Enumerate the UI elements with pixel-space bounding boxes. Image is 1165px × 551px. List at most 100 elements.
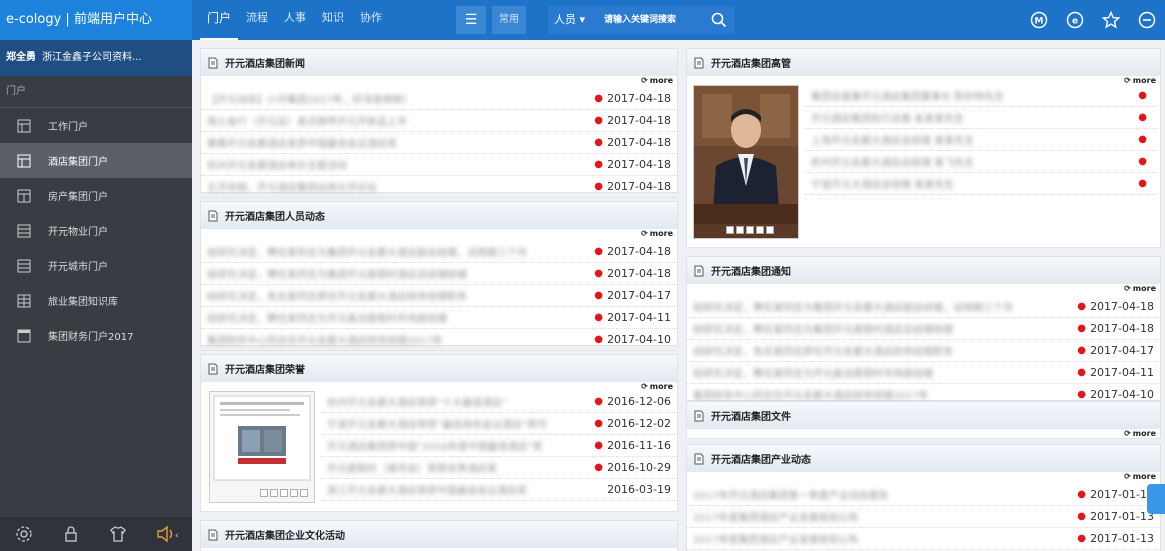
sidebar-item-hotel-portal[interactable]: 酒店集团门户: [0, 143, 192, 178]
sidebar-item-label: 工作门户: [48, 122, 88, 133]
panel-header: 开元酒店集团荣誉: [201, 355, 677, 382]
main-content: 开元酒店集团新闻 ⟳ more 【开元动态】小开集团2017年，好消息频频！ ● 20…: [192, 40, 1165, 551]
new-dot-icon: ●: [594, 462, 603, 473]
list-icon: [0, 259, 48, 273]
list-item[interactable]: 瑞士金行（开元店）喜讯频传开元开新品上市 ● 2017-04-18: [201, 110, 677, 132]
list-item[interactable]: 2017年开元酒店集团第一季度产业动态报告 ● 2017-01-18: [687, 484, 1160, 506]
new-dot-icon: ●: [1077, 367, 1086, 378]
top-bar: e-cology | 前端用户中心 门户 流程 人事 知识 协作 ☰ 常用 人员…: [0, 0, 1165, 40]
list-item[interactable]: 开元酒店集团获中国“2016年度中国最佳酒店”奖 ● 2016-11-16: [321, 435, 677, 457]
list-item[interactable]: 【开元动态】小开集团2017年，好消息频频！ ● 2017-04-18: [201, 88, 677, 110]
list-item[interactable]: 宁波开元大酒店总经理 某某先生 ●: [805, 173, 1157, 195]
list-item[interactable]: 集团财务中心同志任开元名都大酒店财务经理2017年 ● 2017-04-10: [201, 329, 677, 351]
panel-files: 开元酒店集团文件 ⟳ more: [686, 401, 1161, 439]
new-dot-icon: ●: [594, 312, 603, 323]
list-item[interactable]: 杭州开元名都酒店举办主题活动 ● 2017-04-18: [201, 154, 677, 176]
search-input[interactable]: [604, 10, 704, 30]
quick-access-button[interactable]: 常用: [492, 6, 526, 34]
more-link[interactable]: ⟳ more: [687, 284, 1160, 296]
new-dot-icon: ●: [1138, 134, 1147, 145]
floating-side-tab[interactable]: [1147, 484, 1165, 514]
new-dot-icon: ●: [594, 137, 603, 148]
list-item[interactable]: 浙江开元名都大酒店荣获中国最佳会议酒店奖 2016-03-19: [321, 479, 677, 501]
list-item[interactable]: 经研究决定，聘任某同志为开元森泊度假村市场部经理 ● 2017-04-11: [687, 362, 1160, 384]
list-item[interactable]: 经研究决定，聘任某同志为开元森泊度假村市场部经理 ● 2017-04-11: [201, 307, 677, 329]
award-thumbnail[interactable]: [209, 391, 315, 503]
list-item[interactable]: 经研究决定，聘任某同志为集团开元度假村酒店总经理助理 ● 2017-04-18: [201, 263, 677, 285]
list-item[interactable]: 2017年度集团酒店产业发展规划公布 ● 2017-01-13: [687, 528, 1160, 550]
sidebar-item-knowledge-base[interactable]: 旅业集团知识库: [0, 283, 192, 318]
more-link[interactable]: ⟳ more: [687, 429, 1160, 441]
image-pager[interactable]: [726, 226, 774, 234]
document-icon: [694, 453, 704, 464]
certificate-image: [213, 395, 311, 481]
more-link[interactable]: ⟳ more: [201, 229, 677, 241]
new-dot-icon: ●: [1138, 112, 1147, 123]
nav-tab-collab[interactable]: 协作: [352, 0, 390, 40]
panel-culture: 开元酒店集团企业文化活动: [200, 520, 678, 551]
e-badge-icon[interactable]: e: [1057, 0, 1093, 40]
panel-title: 开元酒店集团文件: [711, 412, 791, 423]
panel-header: 开元酒店集团企业文化活动: [201, 521, 677, 548]
list-item[interactable]: 康霖开元名都酒店喜获中国最佳会议酒店奖 ● 2017-04-18: [201, 132, 677, 154]
sidebar-item-estate-portal[interactable]: 开元物业门户: [0, 213, 192, 248]
list-icon: [0, 224, 48, 238]
sidebar-item-label: 开元物业门户: [48, 227, 108, 238]
panel-leadership: 开元酒店集团高管 ⟳ more 集团总裁兼开元酒店集团董事长 陈妙林先生 ● 开元酒…: [686, 48, 1161, 248]
list-item[interactable]: 经研究决定，免去某同志原任开元名都大酒店财务经理职务 ● 2017-04-17: [201, 285, 677, 307]
document-icon: [208, 57, 218, 68]
list-item[interactable]: 开元度假村（城市店）荣获优秀酒店奖 ● 2016-10-29: [321, 457, 677, 479]
sidebar-item-label: 房产集团门户: [48, 192, 108, 203]
list-item[interactable]: 2017年度集团酒店产业发展规划公布 ● 2017-01-13: [687, 506, 1160, 528]
sidebar-item-city-portal[interactable]: 开元城市门户: [0, 248, 192, 283]
table-icon: [0, 294, 48, 308]
new-dot-icon: ●: [594, 246, 603, 257]
list-item[interactable]: 五月亮相，开元酒店集团出席北京论坛 ● 2017-04-18: [201, 176, 677, 198]
panel-title: 开元酒店集团通知: [711, 267, 791, 278]
nav-tab-workflow[interactable]: 流程: [238, 0, 276, 40]
sidebar-item-finance-portal[interactable]: 集团财务门户2017: [0, 318, 192, 353]
list-item[interactable]: 集团总裁兼开元酒店集团董事长 陈妙林先生 ●: [805, 85, 1157, 107]
list-item[interactable]: 经研究决定，免去某同志原任开元名都大酒店财务经理职务 ● 2017-04-17: [687, 340, 1160, 362]
list-item[interactable]: 杭州开元名都大酒店总经理 某飞先生 ●: [805, 151, 1157, 173]
nav-tab-hr[interactable]: 人事: [276, 0, 314, 40]
search-icon[interactable]: [710, 11, 728, 29]
star-icon[interactable]: [1093, 0, 1129, 40]
list-item[interactable]: 经研究决定，聘任某同志为集团开元名都大酒店副总经理，试用期三个月 ● 2017-04…: [201, 241, 677, 263]
list-item[interactable]: 杭州开元名都大酒店荣获“十大最佳酒店” ● 2016-12-06: [321, 391, 677, 413]
panel-notices: 开元酒店集团通知 ⟳ more 经研究决定，聘任某同志为集团开元名都大酒店副总经理…: [686, 256, 1161, 406]
new-dot-icon: ●: [594, 334, 603, 345]
sidebar-item-property-portal[interactable]: 房产集团门户: [0, 178, 192, 213]
search-scope-select[interactable]: 人员 ▾: [554, 6, 585, 34]
new-dot-icon: ●: [1138, 178, 1147, 189]
panel-header: 开元酒店集团高管: [687, 49, 1160, 76]
list-item[interactable]: 经研究决定，聘任某同志为集团开元名都大酒店副总经理，试用期三个月 ● 2017-04…: [687, 296, 1160, 318]
search-area: 人员 ▾: [548, 6, 734, 34]
settings-icon[interactable]: [15, 525, 33, 543]
list-item[interactable]: 上海开元名都大酒店总经理 某某先生 ●: [805, 129, 1157, 151]
lock-icon[interactable]: [62, 525, 80, 543]
nav-tab-portal[interactable]: 门户: [200, 0, 238, 40]
more-link[interactable]: ⟳ more: [201, 76, 677, 88]
m-badge-icon[interactable]: M: [1021, 0, 1057, 40]
user-info[interactable]: 郑全勇 浙江金鑫子公司资料...: [0, 40, 192, 76]
speaker-icon[interactable]: ‹: [156, 525, 178, 543]
more-link[interactable]: ⟳ more: [687, 472, 1160, 484]
new-dot-icon: ●: [594, 159, 603, 170]
executive-photo[interactable]: [693, 85, 799, 239]
nav-tab-knowledge[interactable]: 知识: [314, 0, 352, 40]
list-item[interactable]: 宁波开元名都大酒店荣获“最佳商务会议酒店”称号 ● 2016-12-02: [321, 413, 677, 435]
document-icon: [694, 410, 704, 421]
shirt-icon[interactable]: [109, 525, 127, 543]
new-dot-icon: ●: [1077, 511, 1086, 522]
image-pager[interactable]: [260, 489, 308, 497]
list-item[interactable]: 开元酒店集团执行总裁 金某某先生 ●: [805, 107, 1157, 129]
new-dot-icon: ●: [1077, 323, 1086, 334]
minus-circle-icon[interactable]: [1129, 0, 1165, 40]
panel-title: 开元酒店集团荣誉: [225, 365, 305, 376]
new-dot-icon: ●: [594, 418, 603, 429]
sidebar-item-work-portal[interactable]: 工作门户: [0, 108, 192, 143]
list-item[interactable]: 经研究决定，聘任某同志为集团开元度假村酒店总经理助理 ● 2017-04-18: [687, 318, 1160, 340]
hamburger-icon[interactable]: ☰: [456, 6, 486, 34]
panel-title: 开元酒店集团企业文化活动: [225, 531, 345, 542]
